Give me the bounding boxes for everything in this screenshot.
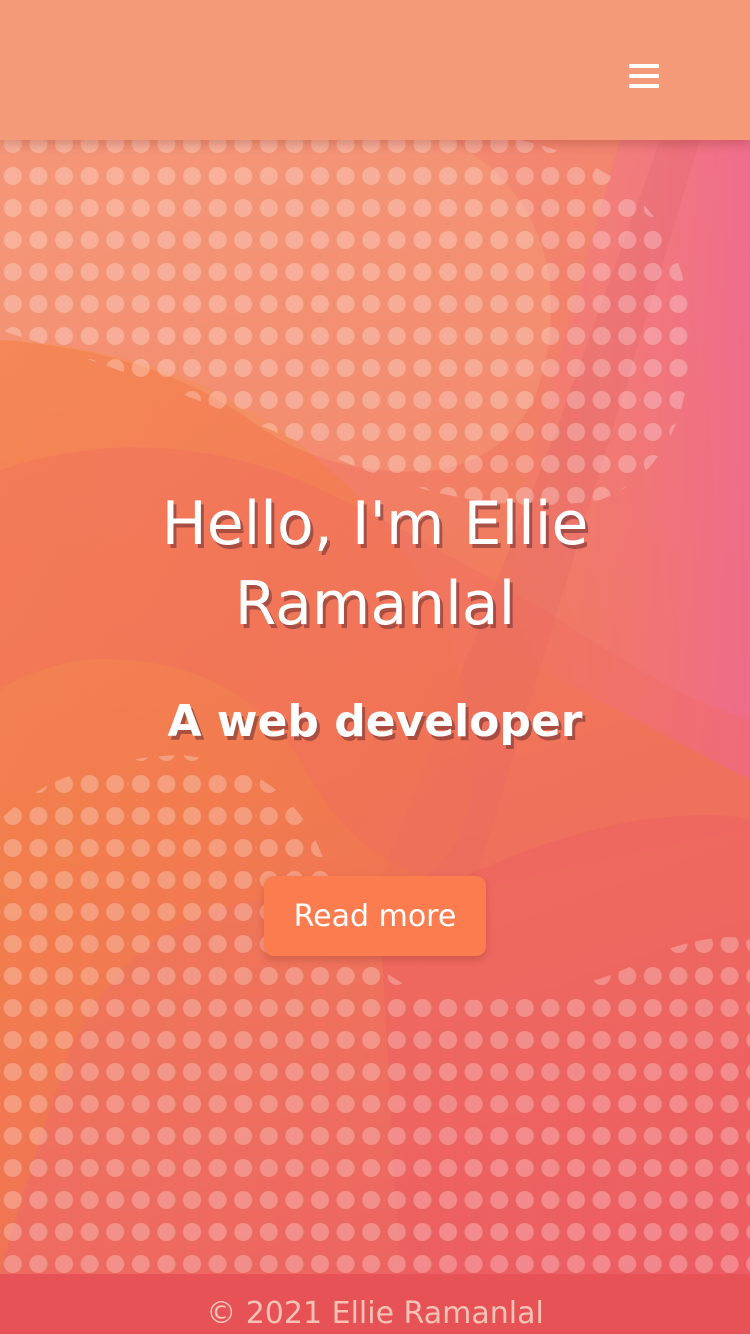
menu-bar-middle	[629, 74, 659, 78]
navbar	[0, 0, 750, 140]
hamburger-menu-icon[interactable]	[622, 56, 666, 96]
copyright-text: © 2021 Ellie Ramanlal	[206, 1296, 544, 1331]
hero-section: Hello, I'm Ellie Ramanlal A web develope…	[0, 140, 750, 1274]
hero-title: Hello, I'm Ellie Ramanlal	[161, 489, 589, 639]
footer: © 2021 Ellie Ramanlal	[0, 1274, 750, 1334]
page: Hello, I'm Ellie Ramanlal A web develope…	[0, 0, 750, 1334]
hero-subtitle: A web developer	[167, 696, 583, 747]
menu-bar-top	[629, 64, 659, 68]
menu-bar-bottom	[629, 84, 659, 88]
read-more-button[interactable]: Read more	[264, 876, 486, 956]
